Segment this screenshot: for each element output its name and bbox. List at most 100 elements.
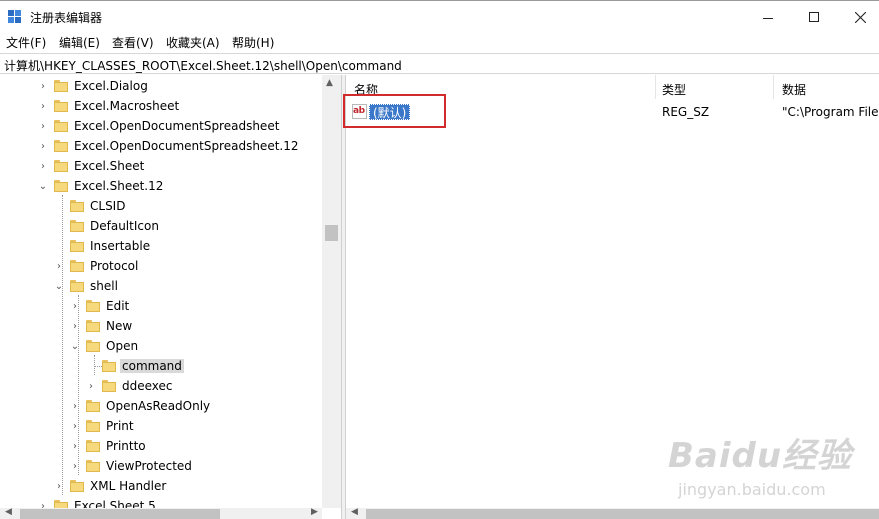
folder-icon	[86, 400, 100, 412]
maximize-button[interactable]	[791, 1, 837, 33]
tree-item-label: Print	[106, 419, 134, 433]
chevron-right-icon[interactable]: ›	[70, 421, 80, 433]
scroll-up-icon[interactable]: ▲	[326, 78, 333, 88]
tree-vertical-scrollbar[interactable]: ▲	[322, 75, 341, 508]
values-horizontal-scrollbar[interactable]: ◀	[346, 507, 879, 519]
folder-icon	[86, 340, 100, 352]
tree-horizontal-scrollbar[interactable]: ◀ ▶	[0, 507, 322, 519]
tree-item[interactable]: ⌄ Excel.Sheet.12	[0, 177, 322, 197]
tree-item[interactable]: › Printto	[0, 437, 322, 457]
menu-file[interactable]: 文件(F)	[6, 34, 46, 51]
folder-icon	[86, 320, 100, 332]
chevron-down-icon[interactable]: ⌄	[70, 341, 80, 353]
key-tree: › Excel.Dialog › Excel.Macrosheet › Exce…	[0, 75, 341, 519]
address-bar[interactable]: 计算机\HKEY_CLASSES_ROOT\Excel.Sheet.12\she…	[0, 53, 879, 74]
tree-item[interactable]: CLSID	[0, 197, 322, 217]
tree-item-label: ddeexec	[122, 379, 173, 393]
watermark-url: jingyan.baidu.com	[678, 480, 826, 499]
value-data: "C:\Program Files	[782, 105, 879, 119]
folder-icon	[86, 460, 100, 472]
tree-item-label: command	[120, 359, 184, 373]
chevron-right-icon[interactable]: ›	[38, 101, 48, 113]
tree-item-label: Printto	[106, 439, 146, 453]
folder-icon	[54, 160, 68, 172]
folder-icon	[102, 380, 116, 392]
column-header-type[interactable]: 类型	[654, 75, 774, 99]
tree-item[interactable]: ⌄ Open	[0, 337, 322, 357]
tree-item-label: Excel.Dialog	[74, 79, 148, 93]
menu-bar: 文件(F) 编辑(E) 查看(V) 收藏夹(A) 帮助(H)	[0, 32, 879, 52]
minimize-icon	[763, 17, 773, 19]
title-bar: 注册表编辑器	[0, 0, 879, 32]
chevron-right-icon[interactable]: ›	[70, 301, 80, 313]
menu-view[interactable]: 查看(V)	[112, 34, 154, 51]
tree-item[interactable]: › Excel.Macrosheet	[0, 97, 322, 117]
tree-item-label: Insertable	[90, 239, 151, 253]
tree-item[interactable]: DefaultIcon	[0, 217, 322, 237]
chevron-right-icon[interactable]: ›	[70, 401, 80, 413]
tree-item-command[interactable]: command	[0, 357, 322, 377]
close-icon	[854, 11, 866, 23]
chevron-right-icon[interactable]: ›	[86, 381, 96, 393]
tree-item[interactable]: › XML Handler	[0, 477, 322, 497]
minimize-button[interactable]	[745, 1, 791, 33]
chevron-right-icon[interactable]: ›	[38, 121, 48, 133]
folder-icon	[70, 240, 84, 252]
tree-item[interactable]: › Excel.Dialog	[0, 77, 322, 97]
tree-item-label: shell	[90, 279, 118, 293]
chevron-right-icon[interactable]: ›	[38, 141, 48, 153]
window-title: 注册表编辑器	[30, 11, 103, 25]
tree-item-label: Open	[106, 339, 139, 353]
baidu-watermark: Baidu经验 jingyan.baidu.com	[668, 428, 868, 508]
folder-icon	[86, 300, 100, 312]
scroll-thumb[interactable]	[20, 509, 220, 519]
scroll-thumb[interactable]	[366, 509, 879, 519]
scroll-thumb[interactable]	[325, 225, 338, 241]
menu-favorites[interactable]: 收藏夹(A)	[166, 34, 220, 51]
address-path: 计算机\HKEY_CLASSES_ROOT\Excel.Sheet.12\she…	[4, 59, 402, 73]
folder-icon	[70, 260, 84, 272]
tree-item[interactable]: › ViewProtected	[0, 457, 322, 477]
folder-icon	[86, 440, 100, 452]
folder-icon	[70, 280, 84, 292]
chevron-right-icon[interactable]: ›	[70, 441, 80, 453]
chevron-down-icon[interactable]: ⌄	[38, 181, 48, 193]
chevron-right-icon[interactable]: ›	[38, 81, 48, 93]
chevron-down-icon[interactable]: ⌄	[54, 281, 64, 293]
tree-item-label: New	[106, 319, 133, 333]
tree-item[interactable]: › Excel.OpenDocumentSpreadsheet	[0, 117, 322, 137]
tree-item[interactable]: Insertable	[0, 237, 322, 257]
tree-item-label: Excel.Macrosheet	[74, 99, 180, 113]
folder-icon	[86, 420, 100, 432]
chevron-right-icon[interactable]: ›	[54, 261, 64, 273]
scroll-right-icon[interactable]: ▶	[311, 507, 318, 517]
folder-icon	[102, 360, 116, 372]
close-button[interactable]	[837, 1, 879, 33]
annotation-highlight-box	[343, 94, 446, 128]
chevron-right-icon[interactable]: ›	[38, 161, 48, 173]
chevron-right-icon[interactable]: ›	[70, 461, 80, 473]
tree-item-label: XML Handler	[90, 479, 167, 493]
column-header-data[interactable]: 数据	[774, 75, 879, 99]
chevron-right-icon[interactable]: ›	[54, 481, 64, 493]
tree-item[interactable]: › Excel.OpenDocumentSpreadsheet.12	[0, 137, 322, 157]
tree-item[interactable]: › New	[0, 317, 322, 337]
chevron-right-icon[interactable]: ›	[70, 321, 80, 333]
maximize-icon	[809, 12, 819, 22]
tree-item[interactable]: › OpenAsReadOnly	[0, 397, 322, 417]
tree-item-label: Protocol	[90, 259, 139, 273]
tree-item[interactable]: › ddeexec	[0, 377, 322, 397]
tree-item-label: Excel.Sheet.12	[74, 179, 164, 193]
tree-item[interactable]: › Print	[0, 417, 322, 437]
tree-item-label: CLSID	[90, 199, 126, 213]
scroll-left-icon[interactable]: ◀	[351, 507, 358, 517]
tree-item[interactable]: › Excel.Sheet	[0, 157, 322, 177]
menu-help[interactable]: 帮助(H)	[232, 34, 274, 51]
folder-icon	[54, 100, 68, 112]
menu-edit[interactable]: 编辑(E)	[59, 34, 100, 51]
folder-icon	[54, 120, 68, 132]
tree-item[interactable]: ⌄ shell	[0, 277, 322, 297]
scroll-left-icon[interactable]: ◀	[5, 507, 12, 517]
tree-item[interactable]: › Edit	[0, 297, 322, 317]
tree-item[interactable]: › Protocol	[0, 257, 322, 277]
